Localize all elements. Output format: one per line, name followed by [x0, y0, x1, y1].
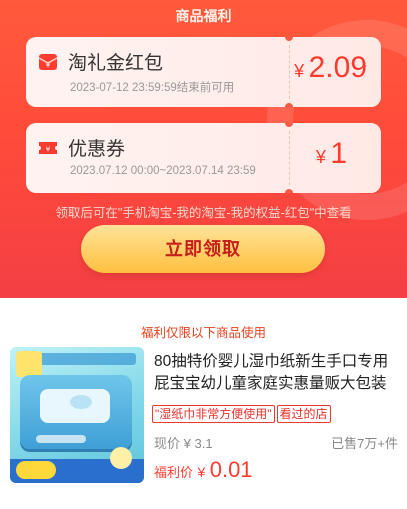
coupon-ticket-icon: ¥	[38, 139, 58, 157]
coupon-amount: ¥ 1	[315, 137, 347, 170]
product-title[interactable]: 80抽特价婴儿湿巾纸新生手口专用屁宝宝幼儿童家庭实惠量贩大包装	[154, 351, 400, 395]
claim-now-button[interactable]: 立即领取	[81, 225, 325, 273]
sold-count: 已售7万+件	[331, 436, 398, 451]
coupon-page: 商品福利 ¥ 淘礼金红包 2023-07-12 23:59:59结束前可用 ¥ …	[0, 0, 407, 509]
coupon-validity: 2023-07-12 23:59:59结束前可用	[70, 82, 235, 94]
product-tags: "湿纸巾非常方便使用" 看过的店	[152, 405, 333, 423]
red-envelope-icon: ¥	[38, 53, 58, 71]
product-item[interactable]: 80抽特价婴儿湿巾纸新生手口专用屁宝宝幼儿童家庭实惠量贩大包装 "湿纸巾非常方便…	[8, 347, 400, 487]
coupon-name: 淘礼金红包	[68, 53, 164, 74]
svg-text:¥: ¥	[46, 146, 51, 154]
claim-note: 领取后可在"手机淘宝-我的淘宝-我的权益-红包"中查看	[55, 206, 352, 220]
svg-text:¥: ¥	[46, 62, 51, 70]
page-title: 商品福利	[175, 8, 232, 24]
product-image[interactable]	[10, 347, 144, 483]
coupon-validity: 2023.07.12 00:00~2023.07.14 23:59	[70, 165, 256, 177]
coupon-name: 优惠券	[68, 139, 126, 160]
product-tag: "湿纸巾非常方便使用"	[152, 405, 275, 423]
applicable-products-heading: 福利仅限以下商品使用	[140, 326, 266, 340]
product-tag: 看过的店	[276, 405, 331, 423]
current-price: 现价 ¥ 3.1	[154, 436, 213, 451]
coupon-card-discount[interactable]: ¥ 优惠券 2023.07.12 00:00~2023.07.14 23:59 …	[26, 123, 381, 193]
coupon-card-red-envelope[interactable]: ¥ 淘礼金红包 2023-07-12 23:59:59结束前可用 ¥ 2.09	[26, 37, 381, 107]
welfare-banner: 商品福利 ¥ 淘礼金红包 2023-07-12 23:59:59结束前可用 ¥ …	[0, 0, 407, 298]
coupon-amount: ¥ 2.09	[294, 51, 367, 84]
welfare-price: 福利价 ¥ 0.01	[154, 457, 253, 482]
